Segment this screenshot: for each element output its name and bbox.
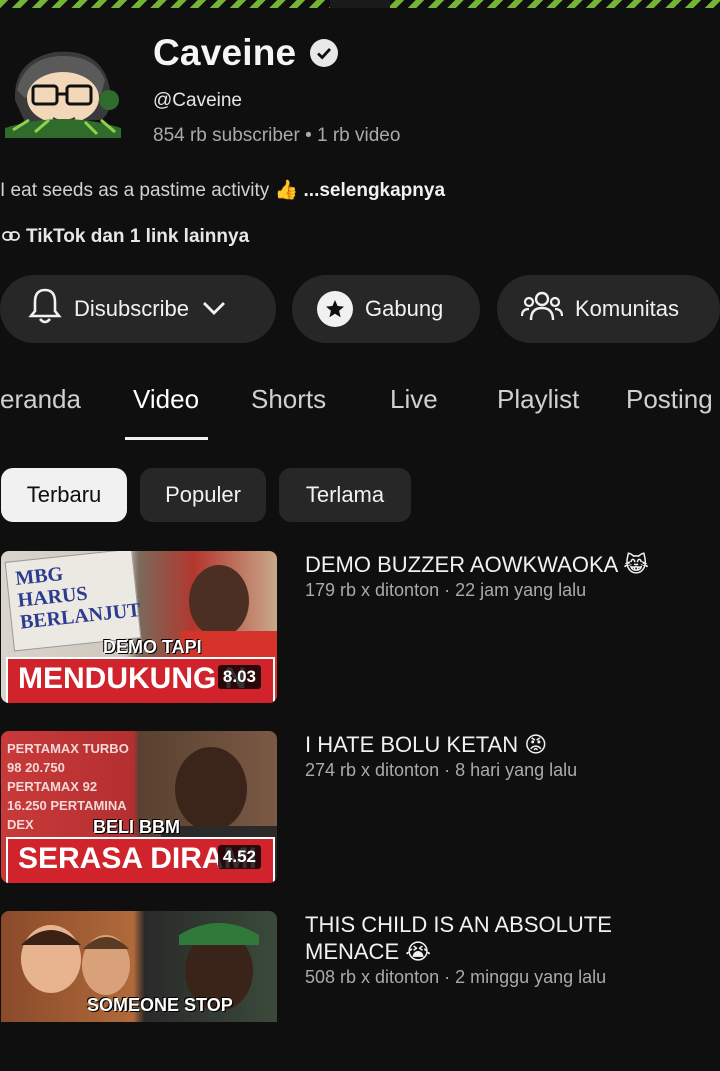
video-meta: 179 rb x ditonton · 22 jam yang lalu xyxy=(305,580,587,600)
star-icon xyxy=(317,291,353,327)
channel-stats: 854 rb subscriber • 1 rb video xyxy=(153,125,401,146)
video-meta: 274 rb x ditonton · 8 hari yang lalu xyxy=(305,760,578,780)
channel-name: Caveine xyxy=(153,32,297,73)
video-item[interactable]: MBG HARUS BERLANJUT DEMO TAPI MENDUKUNG … xyxy=(0,551,720,711)
bell-icon xyxy=(28,287,62,331)
chip-terbaru[interactable]: Terbaru xyxy=(1,468,127,522)
video-item[interactable]: PERTAMAX TURBO 98 20.750 PERTAMAX 92 16.… xyxy=(0,731,720,891)
video-title[interactable]: THIS CHILD IS AN ABSOLUTE MENACE 😭 xyxy=(305,911,685,965)
subscribe-button[interactable]: Disubscribe xyxy=(0,275,276,343)
links-label: TikTok dan 1 link lainnya xyxy=(26,226,250,247)
active-tab-indicator xyxy=(125,437,208,440)
video-duration: 4.52 xyxy=(217,845,261,869)
video-meta: 508 rb x ditonton · 2 minggu yang lalu xyxy=(305,967,607,987)
link-icon xyxy=(2,226,20,248)
people-icon xyxy=(520,289,564,329)
channel-links[interactable]: TikTok dan 1 link lainnya xyxy=(2,226,249,248)
video-title[interactable]: I HATE BOLU KETAN 😡 xyxy=(305,731,685,758)
join-button[interactable]: Gabung xyxy=(292,275,480,343)
community-label: Komunitas xyxy=(575,296,679,321)
video-thumbnail[interactable]: MBG HARUS BERLANJUT DEMO TAPI MENDUKUNG … xyxy=(1,551,277,703)
video-thumbnail[interactable]: SOMEONE STOP xyxy=(1,911,277,1022)
channel-description[interactable]: I eat seeds as a pastime activity 👍 ...s… xyxy=(0,178,445,202)
channel-handle: @Caveine xyxy=(153,90,242,111)
community-button[interactable]: Komunitas xyxy=(497,275,720,343)
subscribe-label: Disubscribe xyxy=(74,296,189,321)
verified-check-icon xyxy=(310,39,339,67)
video-thumbnail[interactable]: PERTAMAX TURBO 98 20.750 PERTAMAX 92 16.… xyxy=(1,731,277,883)
channel-tabs: eranda Video Shorts Live Playlist Postin… xyxy=(0,384,720,416)
tab-live[interactable]: Live xyxy=(390,384,438,415)
tab-beranda[interactable]: eranda xyxy=(0,384,81,415)
tab-video[interactable]: Video xyxy=(133,384,199,415)
video-title[interactable]: DEMO BUZZER AOWKWAOKA 😹 xyxy=(305,551,685,578)
channel-avatar[interactable] xyxy=(5,40,121,138)
thumbnail-caption-small: SOMEONE STOP xyxy=(87,995,233,1015)
chip-terlama[interactable]: Terlama xyxy=(279,468,411,522)
tab-shorts[interactable]: Shorts xyxy=(251,384,326,415)
join-label: Gabung xyxy=(365,296,444,321)
thumbnail-caption-small: BELI BBM xyxy=(93,817,180,837)
description-text: I eat seeds as a pastime activity 👍 xyxy=(0,180,299,201)
protest-sign-text: MBG HARUS BERLANJUT xyxy=(14,562,142,634)
video-item[interactable]: SOMEONE STOP THIS CHILD IS AN ABSOLUTE M… xyxy=(0,911,720,1071)
chip-populer[interactable]: Populer xyxy=(140,468,266,522)
banner-center xyxy=(330,0,390,8)
tab-posting[interactable]: Posting xyxy=(626,384,713,415)
thumbnail-caption-small: DEMO TAPI xyxy=(103,637,202,657)
video-duration: 8.03 xyxy=(217,665,261,689)
more-link[interactable]: ...selengkapnya xyxy=(304,180,446,201)
chevron-down-icon xyxy=(201,296,227,322)
tab-playlist[interactable]: Playlist xyxy=(497,384,579,415)
